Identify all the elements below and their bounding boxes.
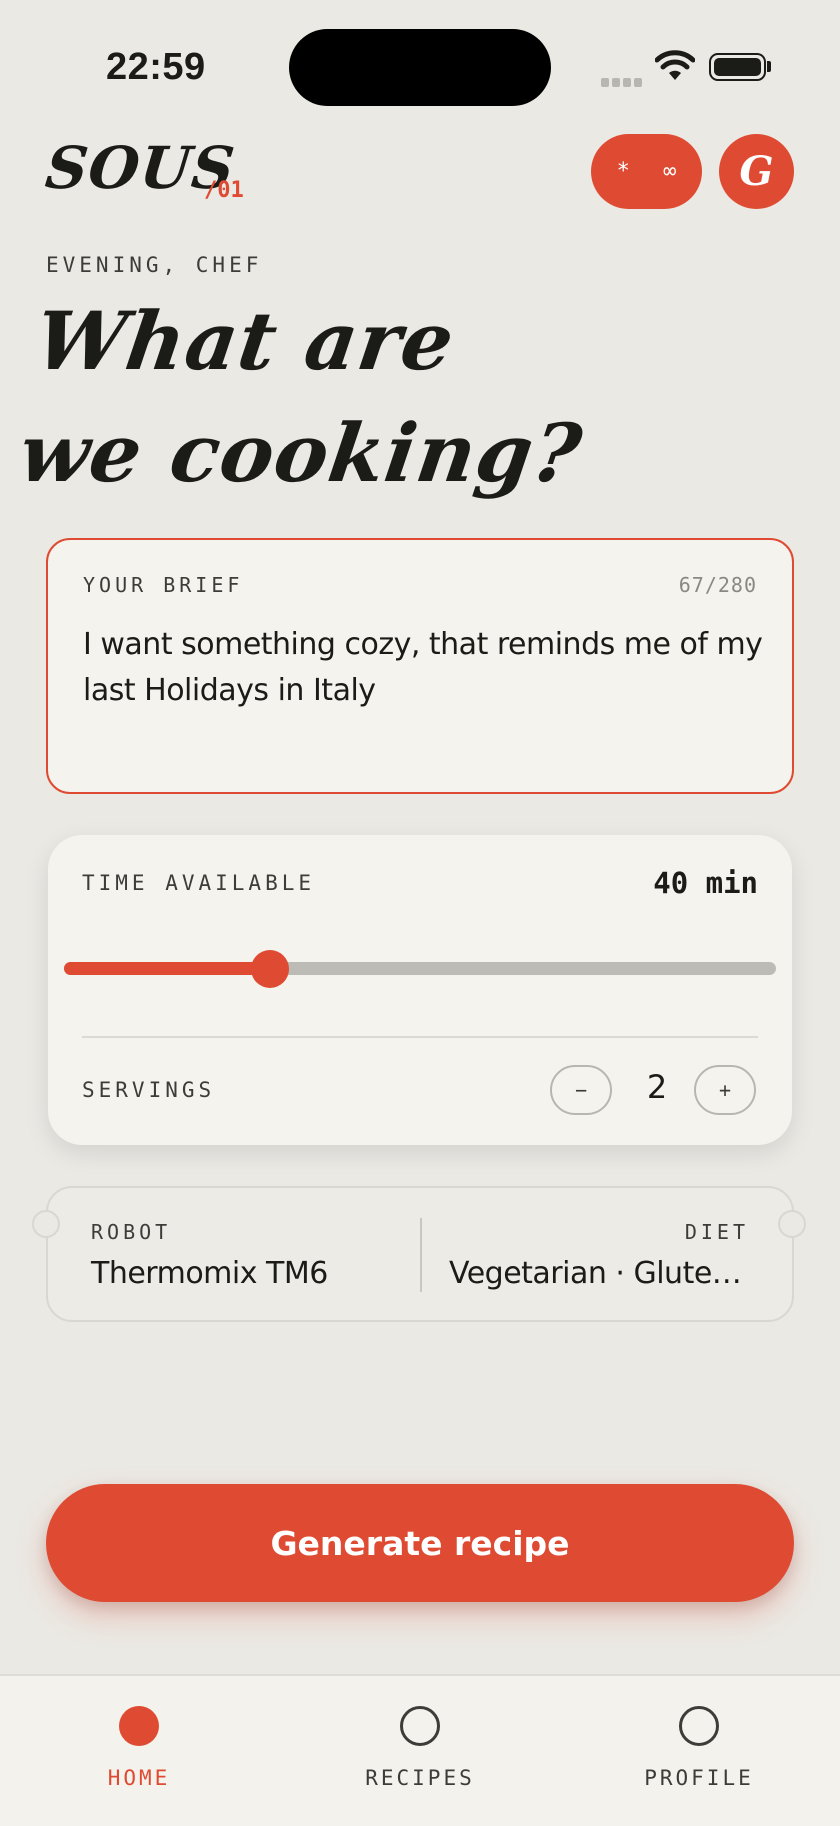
home-icon xyxy=(119,1706,159,1746)
status-time: 22:59 xyxy=(106,46,206,88)
page-title-line-2: we cooking? xyxy=(13,406,588,500)
tab-home[interactable]: HOME xyxy=(39,1676,239,1826)
generate-recipe-button[interactable]: Generate recipe xyxy=(46,1484,794,1602)
quick-action-button[interactable]: * ∞ xyxy=(591,134,702,209)
logo-number: /01 xyxy=(204,178,244,203)
brief-input[interactable]: YOUR BRIEF 67/280 I want something cozy,… xyxy=(46,538,794,794)
settings-card: TIME AVAILABLE 40 min SERVINGS − 2 + xyxy=(48,835,792,1145)
profile-icon xyxy=(679,1706,719,1746)
battery-icon xyxy=(709,53,766,81)
brief-character-count: 67/280 xyxy=(678,573,757,597)
settings-divider xyxy=(82,1036,758,1038)
robot-label: ROBOT xyxy=(91,1220,172,1244)
tab-recipes[interactable]: RECIPES xyxy=(320,1676,520,1826)
tab-home-label: HOME xyxy=(107,1766,171,1790)
servings-value: 2 xyxy=(646,1068,668,1106)
robot-diet-card: ROBOT Thermomix TM6 DIET Vegetarian · Gl… xyxy=(46,1186,794,1322)
recipes-icon xyxy=(400,1706,440,1746)
tab-bar: HOME RECIPES PROFILE xyxy=(0,1674,840,1826)
time-available-label: TIME AVAILABLE xyxy=(82,871,316,895)
decrease-servings-button[interactable]: − xyxy=(550,1065,612,1115)
brief-label: YOUR BRIEF xyxy=(83,573,244,597)
ticket-divider xyxy=(420,1218,422,1292)
diet-label: DIET xyxy=(684,1220,749,1244)
increase-servings-button[interactable]: + xyxy=(694,1065,756,1115)
time-available-value: 40 min xyxy=(653,866,758,900)
wifi-icon xyxy=(655,50,695,80)
diet-selector[interactable]: Vegetarian · Gluten-free xyxy=(449,1256,749,1291)
greeting: EVENING, CHEF xyxy=(46,253,263,277)
avatar[interactable]: G xyxy=(719,134,794,209)
page-title: What are we cooking? xyxy=(13,285,764,509)
time-slider-thumb[interactable] xyxy=(251,950,290,988)
ticket-notch-right xyxy=(778,1210,806,1238)
time-slider-fill xyxy=(64,962,271,975)
dynamic-island xyxy=(289,29,551,106)
page-title-line-1: What are xyxy=(29,294,461,388)
battery-tip xyxy=(767,61,771,72)
servings-label: SERVINGS xyxy=(82,1078,216,1102)
brief-text[interactable]: I want something cozy, that reminds me o… xyxy=(83,622,763,714)
tab-profile[interactable]: PROFILE xyxy=(599,1676,799,1826)
ticket-notch-left xyxy=(32,1210,60,1238)
robot-selector[interactable]: Thermomix TM6 xyxy=(91,1256,328,1291)
tab-profile-label: PROFILE xyxy=(644,1766,754,1790)
cellular-signal-icon xyxy=(601,72,645,87)
tab-recipes-label: RECIPES xyxy=(365,1766,475,1790)
